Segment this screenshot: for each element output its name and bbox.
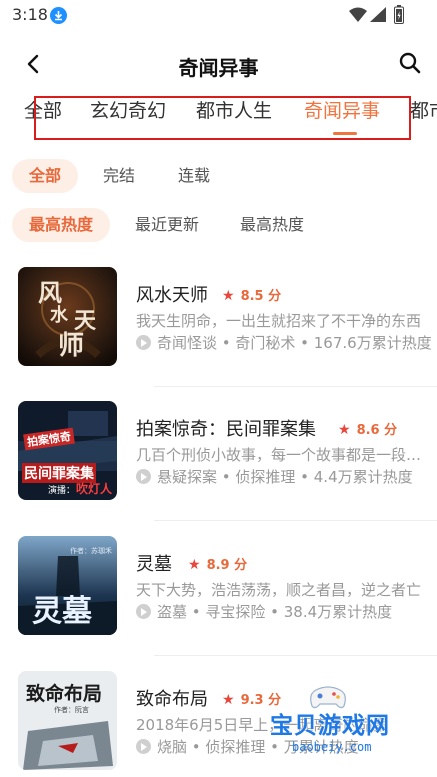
battery-icon — [394, 5, 404, 24]
book-score: ★ 9.3 分 — [222, 689, 281, 708]
book-description: 天下大势，浩浩荡荡，顺之者昌，逆之者亡 — [136, 581, 422, 599]
play-icon — [136, 335, 151, 350]
book-meta: 奇闻怪谈 • 奇门秘术 • 167.6万累计热度 — [136, 332, 436, 353]
status-filter-row: 全部 完结 连载 — [12, 159, 432, 193]
sort-latest-update[interactable]: 最近更新 — [118, 208, 216, 242]
tab-fantasy[interactable]: 玄幻奇幻 — [90, 96, 166, 123]
tab-urban-life[interactable]: 都市人生 — [196, 96, 272, 123]
book-meta: 悬疑探案 • 侦探推理 • 4.4万累计热度 — [136, 466, 436, 487]
tab-all[interactable]: 全部 — [24, 96, 62, 123]
book-cover: 风 水 天 师 — [18, 267, 117, 366]
book-meta-text: 烧脑 • 侦探推理 • 万累计热度 — [157, 738, 359, 756]
book-meta-text: 悬疑探案 • 侦探推理 • 4.4万累计热度 — [157, 468, 413, 486]
book-meta: 烧脑 • 侦探推理 • 万累计热度 — [136, 736, 436, 757]
status-bar: 3:18 — [0, 0, 437, 30]
book-title: 致命布局 — [136, 689, 208, 710]
divider — [154, 520, 437, 521]
book-score: ★ 8.5 分 — [222, 285, 281, 304]
book-description: 我天生阴命，一出生就招来了不干净的东西 — [136, 312, 422, 330]
book-score-value: 8.5 分 — [240, 289, 282, 304]
star-icon: ★ — [222, 288, 235, 304]
filter-status-all[interactable]: 全部 — [12, 159, 79, 193]
page-title: 奇闻异事 — [178, 56, 259, 80]
book-meta-text: 盗墓 • 寻宝探险 • 38.4万累计热度 — [157, 603, 393, 621]
status-time: 3:18 — [12, 5, 48, 24]
cover-title: 灵墓 — [32, 594, 92, 629]
book-score-value: 8.6 分 — [356, 423, 398, 438]
cover-title: 致命布局 — [26, 683, 103, 705]
cover-narrator-name: 吹灯人 — [76, 482, 113, 496]
filter-status-completed[interactable]: 完结 — [86, 159, 152, 193]
star-icon: ★ — [222, 692, 235, 708]
cover-author: 作者：阮言 — [54, 706, 89, 714]
cover-author: 作者：苏珈禾 — [70, 547, 112, 555]
book-score-value: 8.9 分 — [206, 558, 248, 573]
book-description: 2018年6月5日早上，一起离奇的命案 — [136, 716, 389, 734]
divider — [154, 386, 437, 387]
cover-narrator-label: 演播： — [48, 486, 76, 496]
filter-status-ongoing[interactable]: 连载 — [161, 159, 227, 193]
header-bar: 奇闻异事 — [0, 40, 437, 86]
book-item[interactable]: 致命布局 作者：阮言 致命布局 ★ 9.3 分 2018年6月5日早上，一起离奇的… — [18, 671, 437, 777]
book-meta: 盗墓 • 寻宝探险 • 38.4万累计热度 — [136, 601, 436, 622]
book-title: 灵墓 — [136, 554, 172, 575]
cover-title-char: 师 — [58, 331, 85, 361]
download-icon — [50, 7, 67, 24]
sort-hottest-2[interactable]: 最高热度 — [223, 208, 321, 242]
genre-tabs: 全部 玄幻奇幻 都市人生 奇闻异事 都市 — [0, 92, 437, 140]
book-item[interactable]: 风 水 天 师 风水天师 ★ 8.5 分 我天生阴命，一出生就招来了不干净的东西 … — [18, 267, 437, 387]
book-score-value: 9.3 分 — [240, 693, 282, 708]
tab-strange-tales[interactable]: 奇闻异事 — [304, 96, 380, 123]
sort-hottest[interactable]: 最高热度 — [12, 208, 111, 242]
book-cover: 拍案惊奇 民间罪案集 演播： 吹灯人 — [18, 401, 117, 500]
book-cover: 灵墓 作者：苏珈禾 — [18, 536, 117, 635]
book-title: 风水天师 — [136, 285, 208, 306]
book-item[interactable]: 拍案惊奇 民间罪案集 演播： 吹灯人 拍案惊奇：民间罪案集 ★ 8.6 分 几百个… — [18, 401, 437, 521]
tab-urban[interactable]: 都市 — [410, 96, 437, 123]
book-score: ★ 8.9 分 — [188, 554, 247, 573]
play-icon — [136, 469, 151, 484]
book-title: 拍案惊奇：民间罪案集 — [136, 419, 316, 440]
sort-filter-row: 最高热度 最近更新 最高热度 — [12, 208, 432, 242]
search-icon[interactable] — [398, 51, 422, 75]
book-cover: 致命布局 作者：阮言 — [18, 671, 117, 770]
active-tab-indicator — [333, 132, 357, 135]
signal-icon — [370, 7, 386, 22]
star-icon: ★ — [188, 557, 201, 573]
book-score: ★ 8.6 分 — [338, 419, 397, 438]
star-icon: ★ — [338, 422, 351, 438]
wifi-icon — [349, 7, 367, 22]
book-description: 几百个刑侦小故事，每一个故事都是一段人生 — [136, 446, 434, 464]
book-meta-text: 奇闻怪谈 • 奇门秘术 • 167.6万累计热度 — [157, 334, 432, 352]
book-item[interactable]: 灵墓 作者：苏珈禾 灵墓 ★ 8.9 分 天下大势，浩浩荡荡，顺之者昌，逆之者亡 … — [18, 536, 437, 656]
divider — [154, 655, 437, 656]
cover-title-char: 水 — [50, 305, 68, 326]
play-icon — [136, 739, 151, 754]
play-icon — [136, 604, 151, 619]
